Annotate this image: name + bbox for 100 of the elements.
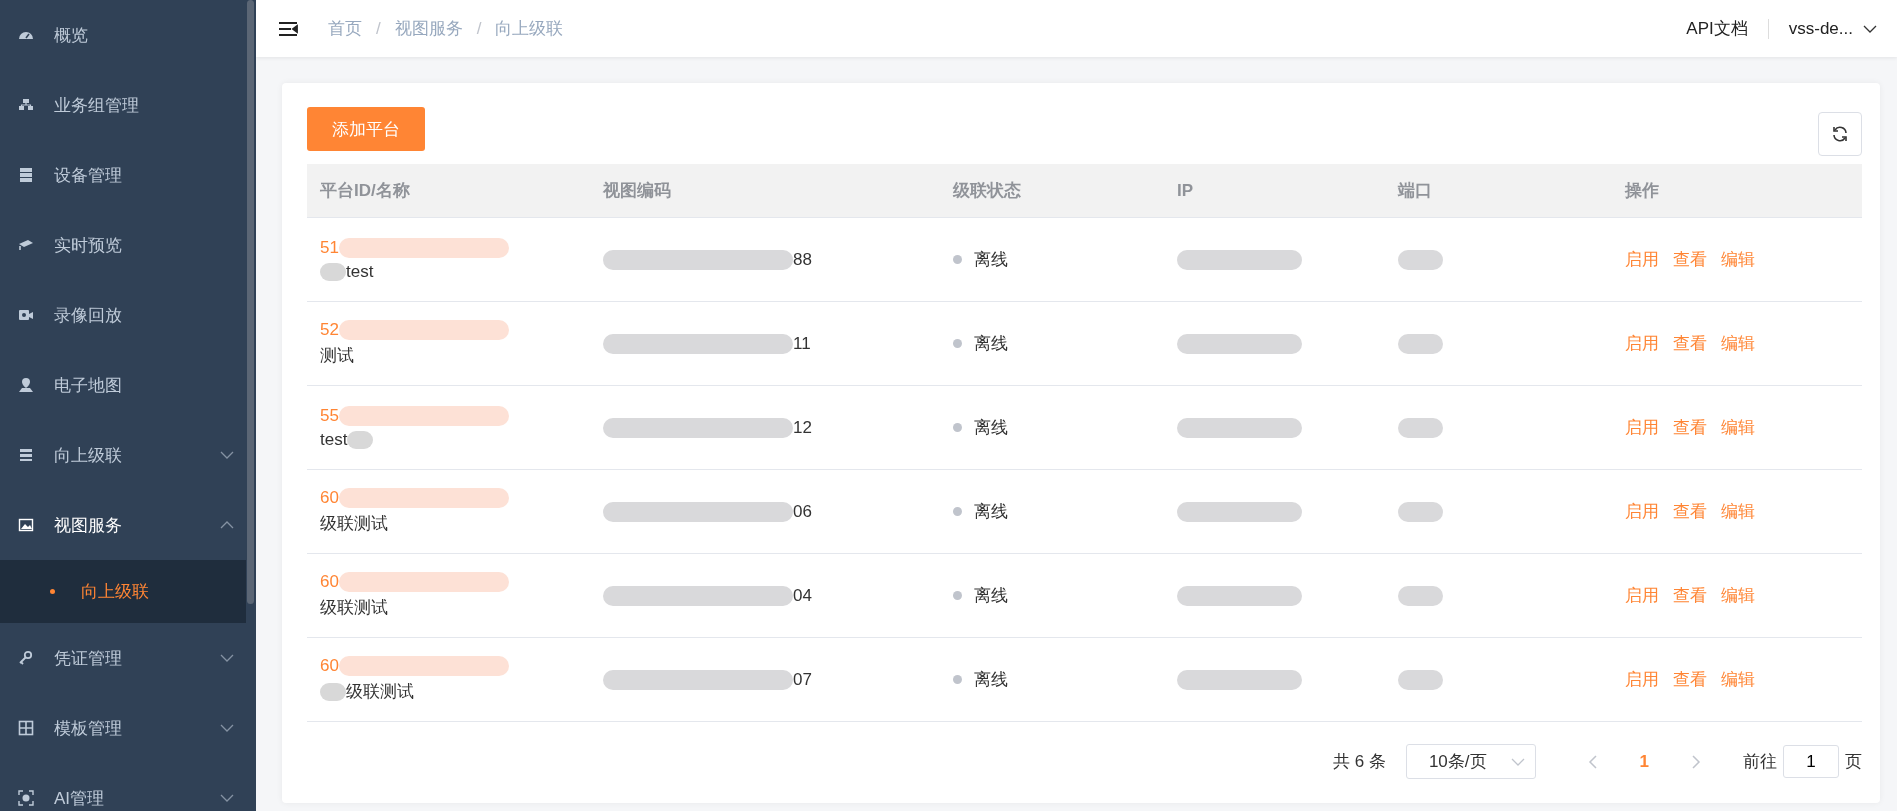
platform-name: 级联测试 [320, 513, 388, 535]
action-link[interactable]: 查看 [1673, 416, 1707, 439]
status-text: 离线 [974, 585, 1008, 607]
action-link[interactable]: 编辑 [1721, 248, 1755, 271]
breadcrumb-separator: / [476, 18, 482, 39]
menu-item[interactable]: 实时预览 [0, 210, 256, 280]
action-link[interactable]: 启用 [1625, 668, 1659, 691]
action-link[interactable]: 启用 [1625, 332, 1659, 355]
chevron-down-icon [220, 724, 234, 732]
action-link[interactable]: 编辑 [1721, 584, 1755, 607]
column-header: 视图编码 [602, 180, 672, 202]
platform-name: 级联测试 [320, 597, 388, 619]
column-header: 平台ID/名称 [319, 180, 411, 202]
page-input[interactable]: 1 [1783, 745, 1839, 778]
column-header: IP [1176, 180, 1195, 201]
action-link[interactable]: 启用 [1625, 500, 1659, 523]
action-link[interactable]: 查看 [1673, 500, 1707, 523]
redaction-blur [1398, 501, 1443, 522]
total-count: 共 6 条 [1333, 751, 1386, 773]
action-link[interactable]: 查看 [1673, 668, 1707, 691]
goto-label: 前往 [1743, 751, 1777, 773]
server-icon [18, 167, 34, 183]
chevron-down-icon [220, 794, 234, 802]
status-text: 离线 [974, 669, 1008, 691]
status-text: 离线 [974, 333, 1008, 355]
redaction-blur [1398, 333, 1443, 354]
menu-item[interactable]: 电子地图 [0, 350, 256, 420]
key-icon [18, 650, 34, 666]
next-page-icon[interactable] [1691, 754, 1701, 769]
breadcrumb-link[interactable]: 首页 [328, 17, 362, 40]
status-text: 离线 [974, 249, 1008, 271]
action-link[interactable]: 查看 [1673, 584, 1707, 607]
platform-id: 51 [320, 237, 339, 258]
menu-item[interactable]: 向上级联 [0, 420, 256, 490]
breadcrumb-link[interactable]: 向上级联 [495, 17, 564, 40]
redaction-blur [1398, 669, 1443, 690]
platform-id: 60 [320, 488, 339, 508]
action-link[interactable]: 编辑 [1721, 668, 1755, 691]
breadcrumb-link[interactable]: 视图服务 [394, 17, 463, 40]
action-link[interactable]: 编辑 [1721, 332, 1755, 355]
platform-name: 级联测试 [346, 681, 414, 703]
refresh-icon [1831, 125, 1849, 143]
chevron-down-icon [220, 654, 234, 662]
chevron-up-icon [220, 521, 234, 529]
sitemap-icon [18, 97, 34, 113]
redaction-blur [1398, 249, 1443, 270]
menu-icon[interactable] [278, 20, 298, 37]
action-link[interactable]: 启用 [1625, 248, 1659, 271]
menu-item[interactable]: 录像回放 [0, 280, 256, 350]
view-code: 04 [793, 585, 812, 606]
chevron-down-icon [1510, 757, 1525, 766]
page-size-select[interactable]: 10条/页 [1405, 744, 1536, 779]
view-code: 12 [793, 417, 812, 438]
grid-icon [18, 720, 34, 736]
view-code: 07 [793, 669, 812, 690]
video-icon [18, 307, 34, 323]
menu-item[interactable]: AI管理 [0, 763, 256, 811]
breadcrumb-separator: / [376, 18, 381, 39]
submenu-item[interactable]: 向上级联 [0, 560, 246, 623]
action-link[interactable]: 查看 [1673, 332, 1707, 355]
platform-name: 测试 [320, 345, 354, 367]
chevron-down-icon [1863, 24, 1877, 33]
platform-id: 55 [320, 405, 339, 426]
menu-item[interactable]: 概览 [0, 0, 256, 70]
action-link[interactable]: 编辑 [1721, 500, 1755, 523]
redaction-blur [1398, 417, 1443, 438]
refresh-button[interactable] [1818, 112, 1862, 156]
menu-item[interactable]: 凭证管理 [0, 623, 256, 693]
platform-id: 52 [320, 320, 339, 340]
menu-item[interactable]: 模板管理 [0, 693, 256, 763]
view-code: 06 [793, 501, 812, 522]
menu-item[interactable]: 视图服务 [0, 490, 256, 560]
column-header: 操作 [1623, 180, 1660, 202]
view-code: 88 [793, 249, 812, 270]
previous-page-icon[interactable] [1587, 754, 1598, 769]
page-number[interactable]: 1 [1619, 751, 1669, 772]
add-platform-button[interactable]: 添加平台 [307, 107, 425, 151]
platform-name: test [346, 261, 374, 282]
status-text: 离线 [974, 417, 1008, 439]
action-link[interactable]: 编辑 [1721, 416, 1755, 439]
action-link[interactable]: 启用 [1625, 584, 1659, 607]
redaction-blur [1398, 585, 1443, 606]
chevron-down-icon [220, 451, 234, 459]
view-code: 11 [793, 333, 811, 354]
platform-id: 60 [320, 572, 339, 592]
api-docs-link[interactable]: API文档 [1686, 17, 1748, 40]
action-link[interactable]: 启用 [1625, 416, 1659, 439]
image-icon [18, 517, 34, 533]
user-dropdown[interactable]: vss-de... [1788, 18, 1877, 39]
menu-item[interactable]: 设备管理 [0, 140, 256, 210]
action-link[interactable]: 查看 [1673, 248, 1707, 271]
platform-name: test [320, 429, 348, 450]
scrollbar[interactable] [247, 0, 254, 604]
list-icon [18, 447, 34, 463]
bullet-icon [50, 589, 55, 594]
status-text: 离线 [974, 501, 1008, 523]
column-header: 端口 [1396, 180, 1433, 202]
page-suffix: 页 [1845, 751, 1862, 773]
menu-item[interactable]: 业务组管理 [0, 70, 256, 140]
scan-icon [18, 790, 34, 806]
